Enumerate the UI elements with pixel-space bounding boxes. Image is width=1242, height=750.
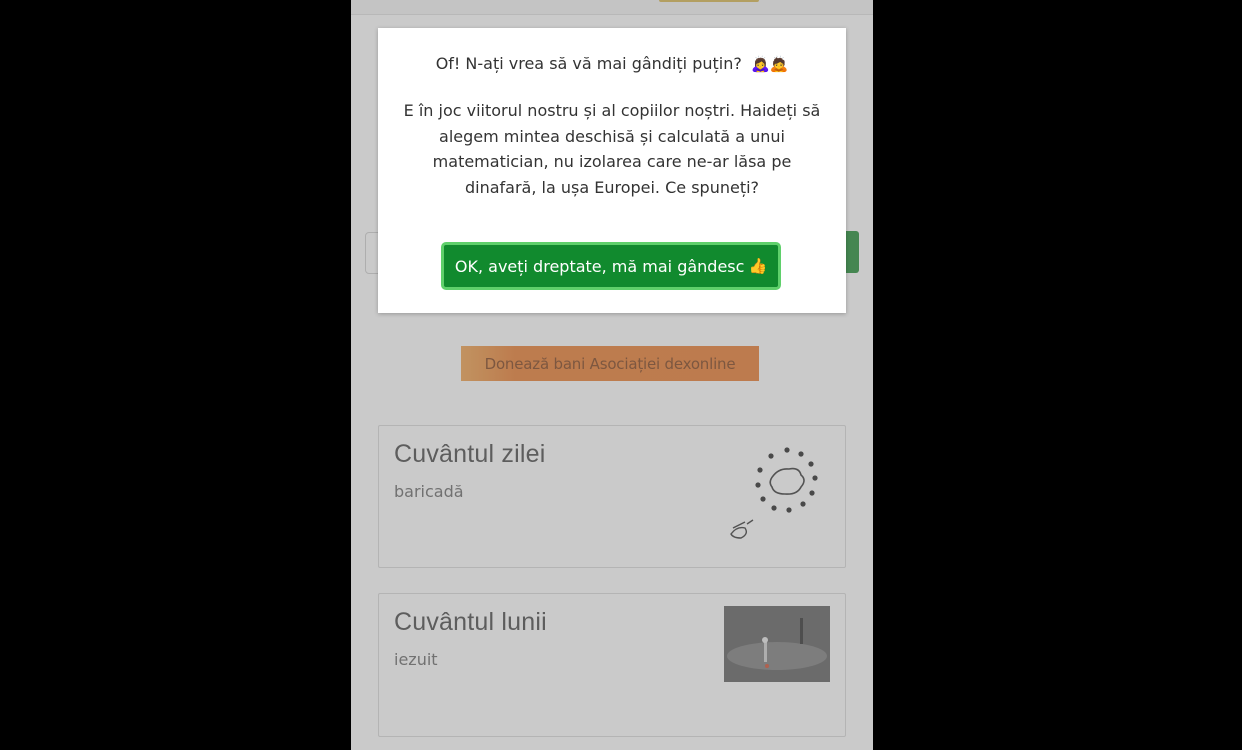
modal-title-text: Of! N-ați vrea să vă mai gândiți puțin? xyxy=(435,54,742,73)
thumbs-up-icon: 👍 xyxy=(748,257,768,275)
modal-dialog: Of! N-ați vrea să vă mai gândiți puțin? … xyxy=(378,28,846,313)
modal-title-emoji: 🙇‍♀️🙇 xyxy=(750,55,789,73)
modal-message: E în joc viitorul nostru și al copiilor … xyxy=(403,101,821,197)
confirm-button[interactable]: OK, aveți dreptate, mă mai gândesc 👍 xyxy=(441,242,781,290)
modal-title: Of! N-ați vrea să vă mai gândiți puțin? … xyxy=(378,54,846,73)
confirm-button-label: OK, aveți dreptate, mă mai gândesc xyxy=(454,256,745,276)
app-viewport: Donează bani Asociației dexonline Cuvânt… xyxy=(351,0,873,750)
